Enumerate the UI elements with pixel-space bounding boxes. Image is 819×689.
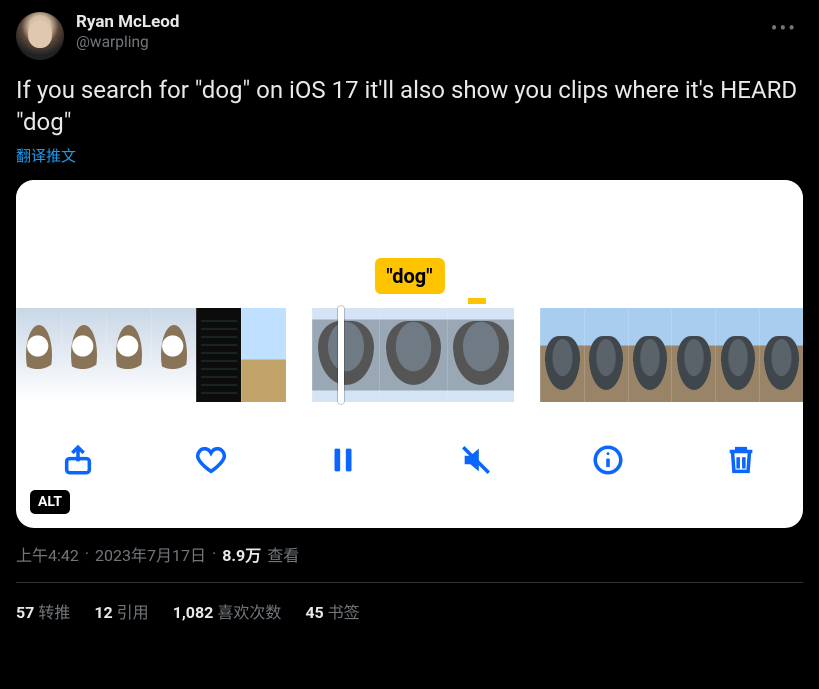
video-frame — [312, 308, 379, 402]
video-frame — [628, 308, 672, 402]
share-icon[interactable] — [58, 440, 98, 480]
video-frame — [379, 308, 446, 402]
video-filmstrip[interactable] — [16, 308, 803, 402]
tweet-header: Ryan McLeod @warpling ••• — [16, 12, 803, 60]
heart-icon[interactable] — [191, 440, 231, 480]
meta-separator: · — [85, 544, 89, 563]
timestamp[interactable]: 上午4:42 — [16, 542, 79, 566]
clip-group-3[interactable] — [540, 308, 803, 402]
video-frame — [16, 308, 61, 402]
date[interactable]: 2023年7月17日 — [95, 542, 206, 566]
video-frame — [241, 308, 286, 402]
video-frame — [447, 308, 514, 402]
media-toolbar — [16, 426, 803, 494]
video-frame — [61, 308, 106, 402]
display-name: Ryan McLeod — [76, 12, 179, 32]
user-handle: @warpling — [76, 33, 179, 51]
tweet-text: If you search for "dog" on iOS 17 it'll … — [16, 74, 803, 139]
meta-separator: · — [212, 544, 216, 563]
mute-icon[interactable] — [456, 440, 496, 480]
tweet-meta: 上午4:42 · 2023年7月17日 · 8.9万 查看 — [16, 542, 803, 566]
clip-group-1[interactable] — [16, 308, 286, 402]
video-frame — [759, 308, 803, 402]
video-frame — [151, 308, 196, 402]
video-frame — [196, 308, 241, 402]
bookmarks-stat[interactable]: 45 书签 — [305, 599, 359, 623]
video-frame — [584, 308, 628, 402]
media-card[interactable]: "dog" — [16, 180, 803, 528]
info-icon[interactable] — [588, 440, 628, 480]
tweet-stats: 57 转推 12 引用 1,082 喜欢次数 45 书签 — [16, 583, 803, 623]
playhead-indicator[interactable] — [338, 306, 344, 404]
media-whitespace: "dog" — [16, 180, 803, 304]
tweet-container: Ryan McLeod @warpling ••• If you search … — [0, 0, 819, 635]
search-term-badge: "dog" — [374, 258, 444, 294]
video-frame — [715, 308, 759, 402]
user-block[interactable]: Ryan McLeod @warpling — [76, 12, 179, 51]
quotes-stat[interactable]: 12 引用 — [94, 599, 148, 623]
likes-stat[interactable]: 1,082 喜欢次数 — [173, 599, 282, 623]
translate-link[interactable]: 翻译推文 — [16, 145, 803, 166]
more-icon[interactable]: ••• — [765, 12, 803, 44]
trash-icon[interactable] — [721, 440, 761, 480]
clip-group-2[interactable] — [312, 308, 514, 402]
views-label: 查看 — [267, 542, 299, 566]
views-count: 8.9万 — [222, 542, 261, 566]
alt-badge[interactable]: ALT — [30, 490, 70, 514]
retweets-stat[interactable]: 57 转推 — [16, 599, 70, 623]
video-frame — [540, 308, 584, 402]
avatar[interactable] — [16, 12, 64, 60]
pause-icon[interactable] — [323, 440, 363, 480]
video-frame — [671, 308, 715, 402]
caption-marker — [468, 298, 486, 304]
video-frame — [106, 308, 151, 402]
